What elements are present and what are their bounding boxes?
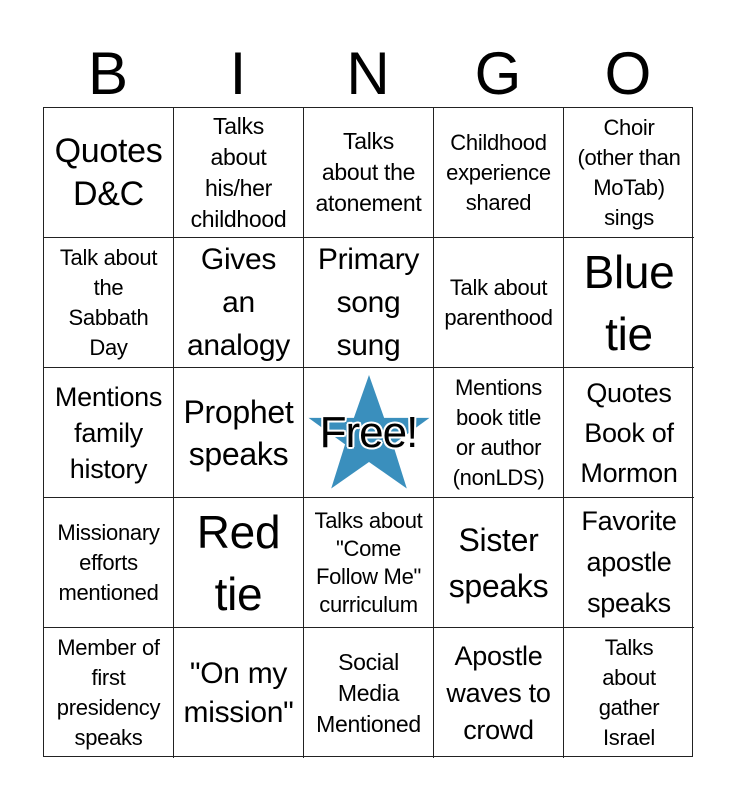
bingo-cell-o5[interactable]: Talks about gather Israel bbox=[564, 628, 694, 758]
cell-label: Talks about the atonement bbox=[315, 128, 422, 216]
bingo-cell-n1[interactable]: Talks about the atonement bbox=[304, 108, 434, 238]
header-letter-i: I bbox=[229, 40, 247, 107]
cell-label: Red tie bbox=[196, 505, 281, 620]
cell-label: Sister speaks bbox=[448, 521, 549, 604]
cell-label: Primary song sung bbox=[317, 243, 420, 362]
bingo-cell-o3[interactable]: Quotes Book of Mormon bbox=[564, 368, 694, 498]
bingo-cell-b5[interactable]: Member of first presidency speaks bbox=[44, 628, 174, 758]
cell-label: Quotes D&C bbox=[54, 131, 163, 213]
bingo-cell-g2[interactable]: Talk about parenthood bbox=[434, 238, 564, 368]
header-letter-n: N bbox=[346, 40, 390, 107]
cell-label: Apostle waves to crowd bbox=[446, 640, 551, 745]
bingo-cell-g4[interactable]: Sister speaks bbox=[434, 498, 564, 628]
header-letter-o: O bbox=[604, 40, 652, 107]
bingo-cell-i1[interactable]: Talks about his/her childhood bbox=[174, 108, 304, 238]
free-space-label: Free! bbox=[319, 407, 419, 457]
cell-label: Talk about the Sabbath Day bbox=[59, 244, 158, 360]
bingo-cell-o4[interactable]: Favorite apostle speaks bbox=[564, 498, 694, 628]
bingo-cell-i4[interactable]: Red tie bbox=[174, 498, 304, 628]
cell-label: Quotes Book of Mormon bbox=[580, 377, 678, 488]
bingo-cell-i5[interactable]: "On my mission" bbox=[174, 628, 304, 758]
cell-label: Choir (other than MoTab) sings bbox=[577, 114, 681, 230]
bingo-card: Quotes D&C Talks about his/her childhood… bbox=[43, 107, 694, 758]
cell-label: Prophet speaks bbox=[183, 393, 294, 472]
cell-label: Blue tie bbox=[583, 245, 675, 360]
bingo-cell-i3[interactable]: Prophet speaks bbox=[174, 368, 304, 498]
header-letter-g: G bbox=[474, 40, 522, 107]
bingo-cell-b3[interactable]: Mentions family history bbox=[44, 368, 174, 498]
bingo-cell-o1[interactable]: Choir (other than MoTab) sings bbox=[564, 108, 694, 238]
cell-label: Social Media Mentioned bbox=[316, 648, 421, 737]
bingo-cell-n5[interactable]: Social Media Mentioned bbox=[304, 628, 434, 758]
cell-label: Missionary efforts mentioned bbox=[57, 519, 160, 605]
cell-label: Member of first presidency speaks bbox=[56, 635, 161, 750]
bingo-cell-n4[interactable]: Talks about "Come Follow Me" curriculum bbox=[304, 498, 434, 628]
bingo-cell-b1[interactable]: Quotes D&C bbox=[44, 108, 174, 238]
bingo-cell-g1[interactable]: Childhood experience shared bbox=[434, 108, 564, 238]
bingo-cell-g5[interactable]: Apostle waves to crowd bbox=[434, 628, 564, 758]
cell-label: Talk about parenthood bbox=[444, 274, 553, 330]
bingo-cell-o2[interactable]: Blue tie bbox=[564, 238, 694, 368]
bingo-cell-n2[interactable]: Primary song sung bbox=[304, 238, 434, 368]
cell-label: Childhood experience shared bbox=[446, 129, 551, 215]
cell-label: Talks about "Come Follow Me" curriculum bbox=[314, 507, 423, 617]
header-letter-b: B bbox=[87, 40, 129, 107]
cell-label: Mentions family history bbox=[54, 381, 163, 484]
bingo-header: B I N G O bbox=[43, 40, 693, 107]
cell-label: Talks about his/her childhood bbox=[190, 112, 287, 232]
cell-label: Gives an analogy bbox=[187, 243, 290, 362]
cell-label: "On my mission" bbox=[183, 657, 294, 729]
bingo-cell-g3[interactable]: Mentions book title or author (nonLDS) bbox=[434, 368, 564, 498]
cell-label: Favorite apostle speaks bbox=[581, 506, 677, 618]
bingo-cell-b4[interactable]: Missionary efforts mentioned bbox=[44, 498, 174, 628]
bingo-cell-b2[interactable]: Talk about the Sabbath Day bbox=[44, 238, 174, 368]
bingo-cell-i2[interactable]: Gives an analogy bbox=[174, 238, 304, 368]
cell-label: Talks about gather Israel bbox=[598, 635, 660, 750]
bingo-cell-free[interactable]: Free! bbox=[304, 368, 434, 498]
cell-label: Mentions book title or author (nonLDS) bbox=[452, 374, 545, 490]
